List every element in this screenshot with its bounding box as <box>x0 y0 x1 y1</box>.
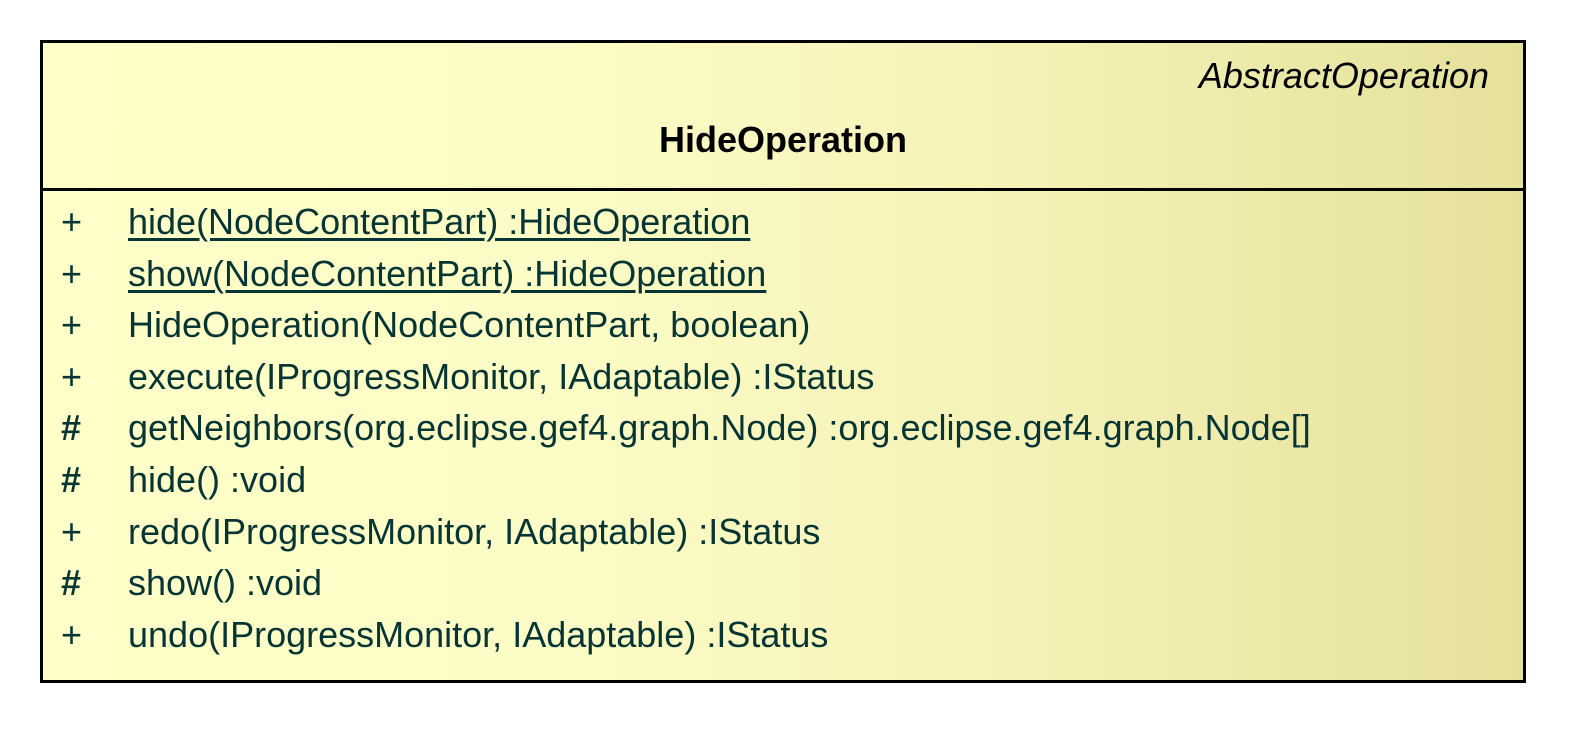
operation-signature: show() :void <box>128 562 323 604</box>
operation-signature: execute(IProgressMonitor, IAdaptable) :I… <box>128 355 875 397</box>
operation-signature: getNeighbors(org.eclipse.gef4.graph.Node… <box>128 407 1311 449</box>
uml-class-box[interactable]: AbstractOperation HideOperation + hide(N… <box>40 40 1526 683</box>
class-header: AbstractOperation HideOperation <box>43 43 1523 191</box>
operation-row[interactable]: + hide(NodeContentPart) :HideOperation <box>43 201 1523 253</box>
operation-row[interactable]: # show() :void <box>43 562 1523 614</box>
operation-row[interactable]: + undo(IProgressMonitor, IAdaptable) :IS… <box>43 614 1523 666</box>
visibility-marker: + <box>61 201 83 242</box>
operation-row[interactable]: + HideOperation(NodeContentPart, boolean… <box>43 304 1523 356</box>
operation-signature: undo(IProgressMonitor, IAdaptable) :ISta… <box>128 613 829 655</box>
visibility-marker: + <box>61 613 83 655</box>
visibility-marker: # <box>61 562 82 604</box>
visibility-marker: + <box>61 252 83 294</box>
operation-signature: hide() :void <box>128 458 307 500</box>
operation-row[interactable]: + show(NodeContentPart) :HideOperation <box>43 253 1523 305</box>
operation-signature: hide(NodeContentPart) :HideOperation <box>128 201 751 242</box>
operation-signature: HideOperation(NodeContentPart, boolean) <box>128 304 811 346</box>
operation-row[interactable]: # hide() :void <box>43 459 1523 511</box>
class-stereotype: AbstractOperation <box>1198 55 1489 96</box>
class-name: HideOperation <box>658 119 908 160</box>
operation-signature: redo(IProgressMonitor, IAdaptable) :ISta… <box>128 510 821 552</box>
operations-compartment: + hide(NodeContentPart) :HideOperation +… <box>43 201 1523 665</box>
visibility-marker: # <box>61 458 82 500</box>
visibility-marker: # <box>61 407 82 449</box>
visibility-marker: + <box>61 304 83 346</box>
visibility-marker: + <box>61 510 83 552</box>
operation-signature: show(NodeContentPart) :HideOperation <box>128 252 767 294</box>
operation-row[interactable]: + execute(IProgressMonitor, IAdaptable) … <box>43 356 1523 408</box>
operation-row[interactable]: # getNeighbors(org.eclipse.gef4.graph.No… <box>43 407 1523 459</box>
visibility-marker: + <box>61 355 83 397</box>
operation-row[interactable]: + redo(IProgressMonitor, IAdaptable) :IS… <box>43 511 1523 563</box>
